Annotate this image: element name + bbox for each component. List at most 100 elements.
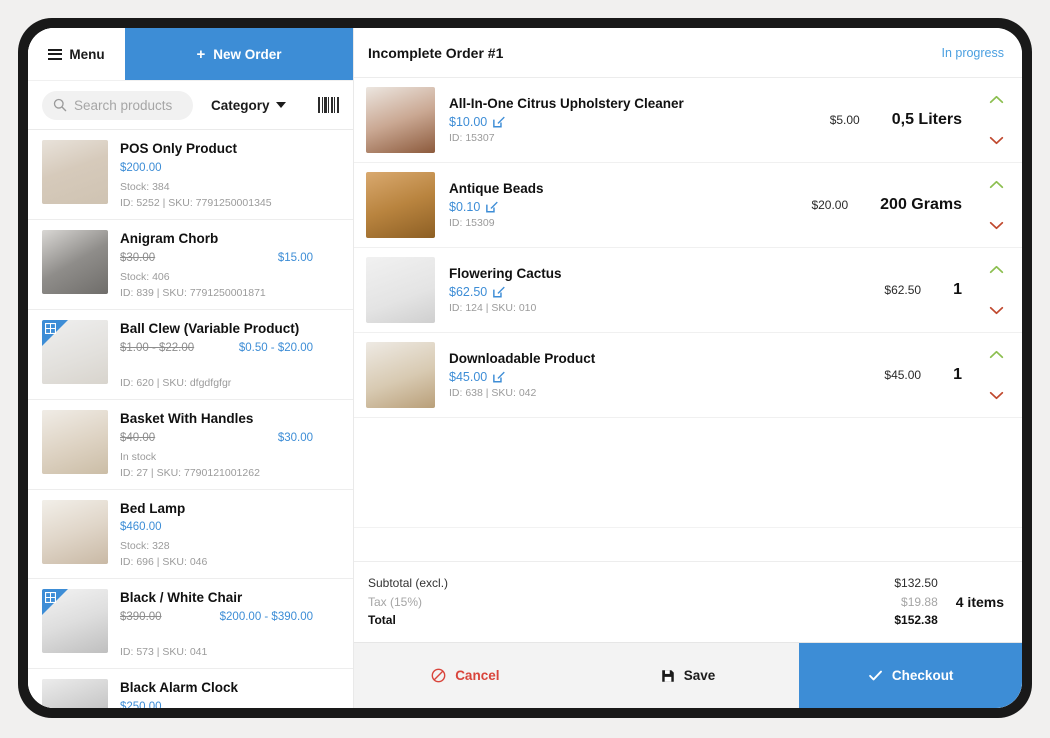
edit-pencil-icon[interactable]: [493, 371, 505, 383]
edit-pencil-icon[interactable]: [486, 201, 499, 213]
product-list-item[interactable]: Anigram Chorb $30.00 $15.00 Stock: 406 ID: 8…: [28, 220, 353, 310]
plus-icon: +: [196, 45, 206, 63]
product-price-row: $30.00 $15.00: [120, 252, 341, 267]
search-input[interactable]: Search products: [42, 90, 193, 120]
cart-item-row[interactable]: Antique Beads $0.10 ID: 15309 $20.00 200 Gra…: [354, 163, 1022, 248]
order-action-bar: Cancel Save Checkout: [354, 642, 1022, 708]
chevron-down-icon: [275, 102, 286, 108]
product-name: Basket With Handles: [120, 410, 254, 426]
quantity-increase-button[interactable]: [985, 93, 1008, 106]
cart-item-info: Downloadable Product $45.00 ID: 638 | SKU:…: [449, 351, 870, 399]
edit-pencil-icon[interactable]: [493, 286, 505, 298]
cart-item-quantity[interactable]: 1: [953, 366, 962, 384]
product-info: Basket With Handles $40.00 $30.00 In stock I…: [120, 410, 341, 479]
product-catalog-panel: Menu + New Order Search products Categor…: [28, 28, 354, 708]
cart-item-name: All-In-One Citrus Upholstery Cleaner: [449, 96, 684, 111]
quantity-increase-button[interactable]: [985, 348, 1008, 361]
hamburger-icon: [48, 48, 63, 60]
cart-item-name: Antique Beads: [449, 181, 544, 196]
cart-item-unit-price: $10.00: [449, 115, 488, 129]
product-price: $15.00: [277, 251, 313, 264]
product-list-item[interactable]: Basket With Handles $40.00 $30.00 In stock I…: [28, 400, 353, 490]
tax-label: Tax (15%): [368, 594, 423, 609]
app-screen: Menu + New Order Search products Categor…: [28, 28, 1022, 708]
product-name: Ball Clew (Variable Product): [120, 320, 300, 336]
product-id-sku: ID: 696 | SKU: 046: [120, 556, 208, 569]
cart-item-row[interactable]: Flowering Cactus $62.50 ID: 124 | SKU: 010…: [354, 248, 1022, 333]
product-info: Ball Clew (Variable Product) $1.00 - $22.…: [120, 320, 341, 389]
quantity-decrease-button[interactable]: [985, 219, 1008, 232]
product-info: POS Only Product $200.00 Stock: 384 ID: 525…: [120, 140, 341, 209]
product-thumbnail: [42, 679, 108, 708]
save-button[interactable]: Save: [577, 643, 800, 708]
product-list[interactable]: POS Only Product $200.00 Stock: 384 ID: 525…: [28, 130, 353, 708]
order-totals: Subtotal (excl.) $132.50 Tax (15%) $19.8…: [354, 561, 1022, 642]
checkout-button[interactable]: Checkout: [799, 643, 1022, 708]
product-id-sku: ID: 573 | SKU: 041: [120, 646, 208, 659]
cart-item-id-sku: ID: 15309: [449, 217, 495, 229]
cart-item-quantity[interactable]: 200 Grams: [880, 196, 962, 214]
barcode-scan-button[interactable]: [318, 97, 339, 113]
cart-item-row[interactable]: All-In-One Citrus Upholstery Cleaner $10.…: [354, 78, 1022, 163]
product-price-row: $1.00 - $22.00 $0.50 - $20.00: [120, 342, 341, 357]
product-old-price: $30.00: [120, 251, 156, 264]
cart-item-name: Flowering Cactus: [449, 266, 562, 281]
subtotal-label: Subtotal (excl.): [368, 576, 449, 591]
chevron-down-icon: [989, 221, 1003, 230]
product-thumbnail: [42, 319, 108, 384]
product-list-item[interactable]: Bed Lamp $460.00 Stock: 328 ID: 696 | SKU: …: [28, 490, 353, 580]
quantity-decrease-button[interactable]: [985, 304, 1008, 317]
total-row: Total $152.38: [368, 611, 938, 630]
grid-icon: [45, 592, 56, 604]
cart-item-quantity[interactable]: 0,5 Liters: [892, 111, 962, 129]
product-name: POS Only Product: [120, 141, 238, 156]
order-header: Incomplete Order #1 In progress: [354, 28, 1022, 78]
new-order-label: New Order: [213, 46, 282, 62]
cart-item-quantity[interactable]: 1: [953, 281, 962, 299]
product-info: Black Alarm Clock$250.00In stock: [120, 679, 341, 708]
grid-icon: [45, 322, 56, 334]
product-price: $0.50 - $20.00: [238, 341, 313, 354]
product-thumbnail: [42, 229, 108, 294]
order-status-badge[interactable]: In progress: [941, 46, 1004, 60]
cart-item-unit-price: $62.50: [449, 285, 488, 299]
cart-item-unit-price: $0.10: [449, 200, 481, 214]
cart-item-id-sku: ID: 15307: [449, 132, 495, 144]
chevron-down-icon: [989, 306, 1003, 315]
cart-item-row[interactable]: Downloadable Product $45.00 ID: 638 | SKU:…: [354, 333, 1022, 418]
chevron-up-icon: [989, 95, 1003, 104]
product-thumbnail: [42, 589, 108, 654]
product-info: Black / White Chair $390.00 $200.00 - $390…: [120, 589, 341, 658]
product-price-row: $200.00: [120, 162, 341, 177]
product-list-item[interactable]: Black / White Chair $390.00 $200.00 - $390…: [28, 579, 353, 670]
cart-item-price-row: $62.50: [449, 285, 870, 299]
cart-item-list: All-In-One Citrus Upholstery Cleaner $10.…: [354, 78, 1022, 561]
search-placeholder: Search products: [74, 97, 173, 113]
product-image: [42, 679, 108, 708]
product-thumbnail: [42, 409, 108, 474]
cart-item-unit-price: $45.00: [449, 370, 488, 384]
product-list-item[interactable]: POS Only Product $200.00 Stock: 384 ID: 525…: [28, 130, 353, 220]
order-panel: Incomplete Order #1 In progress All-In-O…: [354, 28, 1022, 708]
cart-item-id-sku: ID: 638 | SKU: 042: [449, 387, 537, 399]
cancel-button[interactable]: Cancel: [354, 643, 577, 708]
left-toolbar: Menu + New Order: [28, 28, 353, 80]
menu-button[interactable]: Menu: [28, 28, 125, 80]
cart-item-line-total: $45.00: [884, 368, 922, 382]
product-image: [42, 409, 108, 474]
new-order-button[interactable]: + New Order: [125, 28, 353, 80]
quantity-increase-button[interactable]: [985, 263, 1008, 276]
cart-item-thumbnail: [366, 257, 435, 323]
checkout-label: Checkout: [891, 668, 954, 683]
quantity-decrease-button[interactable]: [985, 134, 1008, 147]
product-list-item[interactable]: Ball Clew (Variable Product) $1.00 - $22.…: [28, 310, 353, 400]
quantity-decrease-button[interactable]: [985, 389, 1008, 402]
cart-item-line-total: $62.50: [884, 283, 922, 297]
product-name: Black / White Chair: [120, 590, 243, 606]
floppy-disk-icon: [661, 669, 674, 682]
quantity-increase-button[interactable]: [985, 178, 1008, 191]
product-list-item[interactable]: Black Alarm Clock$250.00In stock: [28, 669, 353, 708]
edit-pencil-icon[interactable]: [493, 116, 505, 128]
category-filter-button[interactable]: Category: [211, 98, 286, 113]
items-count: 4 items: [955, 594, 1004, 611]
